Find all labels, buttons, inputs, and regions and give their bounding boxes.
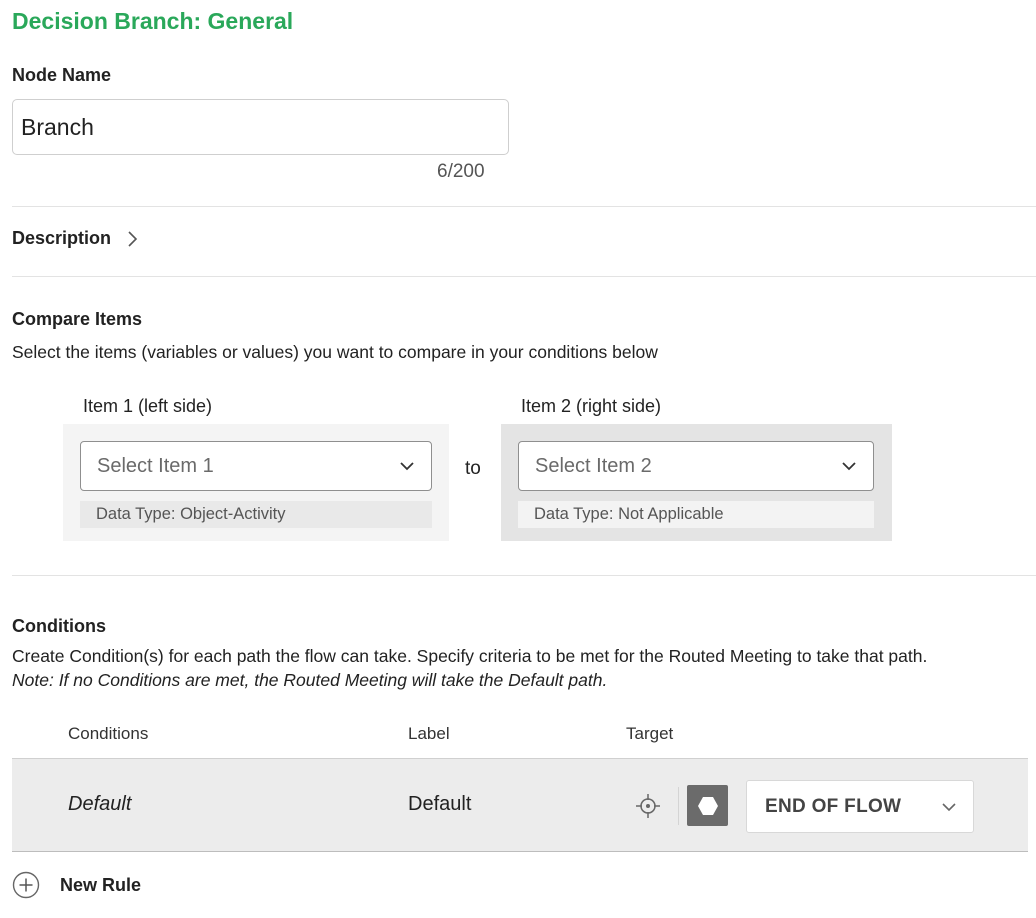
column-header-conditions: Conditions (68, 724, 149, 743)
compare-items-subtitle: Select the items (variables or values) y… (12, 342, 658, 362)
item2-data-type: Data Type: Not Applicable (518, 501, 874, 528)
item1-placeholder: Select Item 1 (97, 454, 214, 477)
chevron-right-icon (128, 230, 138, 247)
conditions-heading: Conditions (12, 616, 106, 636)
conditions-subtitle: Create Condition(s) for each path the fl… (12, 646, 928, 666)
row-label: Default (408, 793, 472, 815)
item2-placeholder: Select Item 2 (535, 454, 652, 477)
new-rule-label: New Rule (60, 874, 142, 895)
column-header-target: Target (626, 724, 674, 743)
target-value: END OF FLOW (765, 795, 902, 817)
hexagon-icon (697, 796, 718, 815)
node-name-input[interactable] (12, 99, 509, 155)
char-counter: 6/200 (437, 161, 485, 182)
item2-select[interactable]: Select Item 2 (518, 441, 874, 491)
divider (12, 575, 1036, 576)
conditions-note: Note: If no Conditions are met, the Rout… (12, 670, 608, 690)
description-label: Description (12, 228, 112, 248)
chevron-down-icon (400, 462, 414, 471)
divider (12, 276, 1036, 277)
end-node-button[interactable] (687, 785, 728, 826)
target-select[interactable]: END OF FLOW (746, 780, 974, 833)
description-toggle[interactable]: Description (12, 228, 139, 249)
divider (12, 206, 1036, 207)
new-rule-button[interactable]: New Rule (12, 871, 141, 899)
node-name-label: Node Name (12, 65, 112, 85)
item1-label: Item 1 (left side) (83, 396, 213, 416)
column-header-label: Label (408, 724, 450, 743)
plus-circle-icon (12, 871, 40, 899)
page-title: Decision Branch: General (12, 8, 294, 34)
chevron-down-icon (842, 462, 856, 471)
crosshair-icon[interactable] (635, 793, 661, 819)
item1-select[interactable]: Select Item 1 (80, 441, 432, 491)
chevron-down-icon (942, 802, 956, 811)
separator (678, 787, 679, 825)
to-connector: to (465, 458, 481, 479)
item1-data-type: Data Type: Object-Activity (80, 501, 432, 528)
item2-label: Item 2 (right side) (521, 396, 662, 416)
row-condition: Default (68, 793, 132, 815)
compare-items-heading: Compare Items (12, 309, 143, 329)
